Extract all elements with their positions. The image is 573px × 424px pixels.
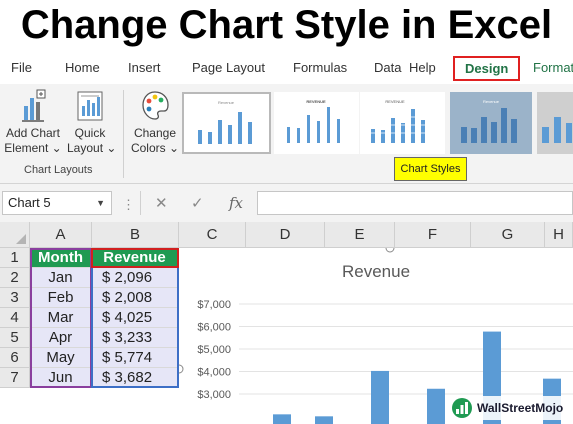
table-cell-revenue[interactable]: $ 3,682 (92, 368, 178, 388)
table-cell-month[interactable]: Jan (30, 268, 92, 288)
insert-function-icon[interactable]: fx (229, 194, 243, 212)
column-header-c[interactable]: C (179, 222, 246, 248)
chart-styles-tooltip: Chart Styles (394, 157, 467, 181)
column-header-b[interactable]: B (92, 222, 179, 248)
watermark-logo: WallStreetMojo (447, 396, 573, 420)
chart-style-1-title: Revenue (218, 100, 235, 105)
cell-a1-header[interactable]: Month (30, 248, 92, 268)
chart-style-4-icon: Revenue (461, 99, 517, 143)
chart-y-tick-label: $7,000 (197, 299, 231, 311)
cancel-icon[interactable]: ✕ (155, 194, 168, 212)
chart-style-thumb-1[interactable]: Revenue (182, 92, 271, 154)
chart-style-thumb-3[interactable]: REVENUE (360, 92, 445, 154)
table-cell-revenue[interactable]: $ 4,025 (92, 308, 178, 328)
tab-home[interactable]: Home (65, 60, 100, 75)
row-header-4[interactable]: 4 (0, 308, 30, 328)
change-colors-label-1: Change (133, 126, 177, 140)
add-chart-element-icon (22, 89, 46, 122)
column-header-d[interactable]: D (246, 222, 325, 248)
formula-bar: Chart 5 ▼ ⋮ ✕ ✓ fx (0, 184, 573, 222)
chart-style-2-icon: REVENUE (287, 99, 340, 143)
table-cell-month[interactable]: Jun (30, 368, 92, 388)
add-chart-element-label-2: Element ⌄ (4, 141, 62, 155)
tab-file[interactable]: File (11, 60, 32, 75)
page-headline: Change Chart Style in Excel (20, 3, 553, 47)
palette-icon (142, 91, 169, 120)
ribbon: Add Chart Element ⌄ Quick Layout ⌄ Chart… (0, 84, 573, 184)
tab-design[interactable]: Design (453, 56, 521, 81)
chart-style-4-title: Revenue (483, 99, 500, 104)
chart-bar-feb[interactable] (315, 416, 333, 424)
row-header-2[interactable]: 2 (0, 268, 30, 288)
table-cell-revenue[interactable]: $ 3,233 (92, 328, 178, 348)
chart-style-thumb-2[interactable]: REVENUE (274, 92, 359, 154)
chart-bar-jan[interactable] (273, 414, 291, 424)
chevron-down-icon[interactable]: ▼ (96, 192, 105, 214)
change-colors-button[interactable]: Change Colors ⌄ (130, 88, 180, 156)
add-chart-element-label-1: Add Chart (5, 126, 61, 140)
chart-style-3-title: REVENUE (385, 99, 405, 104)
chart-layouts-group-label: Chart Layouts (24, 164, 93, 176)
tab-data[interactable]: Data (374, 60, 404, 75)
chart-style-thumb-4[interactable]: Revenue (450, 92, 532, 154)
table-cell-month[interactable]: May (30, 348, 92, 368)
chart-style-thumb-5[interactable] (537, 92, 573, 154)
chart-resize-handle[interactable] (179, 364, 184, 374)
chart-style-2-title: REVENUE (306, 99, 326, 104)
formula-input[interactable] (257, 191, 573, 215)
chart-styles-gallery: Revenue REVENUE REVENUE Revenue (182, 92, 573, 156)
row-header-6[interactable]: 6 (0, 348, 30, 368)
quick-layout-label-1: Quick (74, 126, 106, 140)
name-box[interactable]: Chart 5 ▼ (2, 191, 112, 215)
quick-layout-icon (77, 91, 103, 121)
chart-style-1-icon: Revenue (198, 100, 252, 144)
logo-icon (452, 398, 472, 418)
select-all-icon (16, 234, 26, 244)
add-chart-element-button[interactable]: Add Chart Element ⌄ (2, 88, 64, 156)
row-header-7[interactable]: 7 (0, 368, 30, 388)
table-cell-revenue[interactable]: $ 2,096 (92, 268, 178, 288)
chart-style-5-icon (542, 117, 572, 143)
quick-layout-label-2: Layout ⌄ (67, 141, 117, 155)
select-all-corner[interactable] (0, 222, 30, 248)
table-cell-month[interactable]: Mar (30, 308, 92, 328)
ribbon-separator (123, 90, 124, 178)
chart-resize-handle[interactable] (385, 248, 395, 253)
chart-y-tick-label: $3,000 (197, 389, 231, 401)
more-options-icon[interactable]: ⋮ (122, 197, 136, 213)
tab-page-layout[interactable]: Page Layout (192, 60, 265, 75)
change-colors-label-2: Colors ⌄ (130, 141, 180, 155)
chart-y-tick-label: $5,000 (197, 344, 231, 356)
cell-b1-header[interactable]: Revenue (92, 248, 178, 268)
formula-separator (140, 191, 141, 215)
chart-bar-apr[interactable] (427, 388, 445, 424)
chart-bar-mar[interactable] (371, 370, 389, 424)
table-cell-month[interactable]: Apr (30, 328, 92, 348)
tab-format[interactable]: Format (533, 60, 573, 75)
tab-insert[interactable]: Insert (128, 60, 161, 75)
table-cell-revenue[interactable]: $ 5,774 (92, 348, 178, 368)
check-icon[interactable]: ✓ (191, 194, 204, 212)
column-header-e[interactable]: E (325, 222, 395, 248)
table-cell-month[interactable]: Feb (30, 288, 92, 308)
row-header-5[interactable]: 5 (0, 328, 30, 348)
chart-y-tick-label: $4,000 (197, 367, 231, 379)
row-header-1[interactable]: 1 (0, 248, 30, 268)
chart-y-tick-label: $6,000 (197, 322, 231, 334)
table-cell-revenue[interactable]: $ 2,008 (92, 288, 178, 308)
column-header-f[interactable]: F (395, 222, 471, 248)
quick-layout-button[interactable]: Quick Layout ⌄ (67, 88, 117, 156)
name-box-value: Chart 5 (8, 195, 51, 210)
tab-formulas[interactable]: Formulas (293, 60, 347, 75)
chart-style-3-icon: REVENUE (369, 99, 427, 143)
worksheet-grid: A B C D E F G H 1 2 3 4 5 6 7 Month Reve… (0, 222, 573, 424)
column-header-g[interactable]: G (471, 222, 545, 248)
tab-help[interactable]: Help (409, 60, 436, 75)
column-header-h[interactable]: H (545, 222, 573, 248)
column-header-a[interactable]: A (30, 222, 92, 248)
watermark-text: WallStreetMojo (477, 401, 564, 415)
row-header-3[interactable]: 3 (0, 288, 30, 308)
ribbon-tab-bar: File Home Insert Page Layout Formulas Da… (0, 52, 573, 84)
